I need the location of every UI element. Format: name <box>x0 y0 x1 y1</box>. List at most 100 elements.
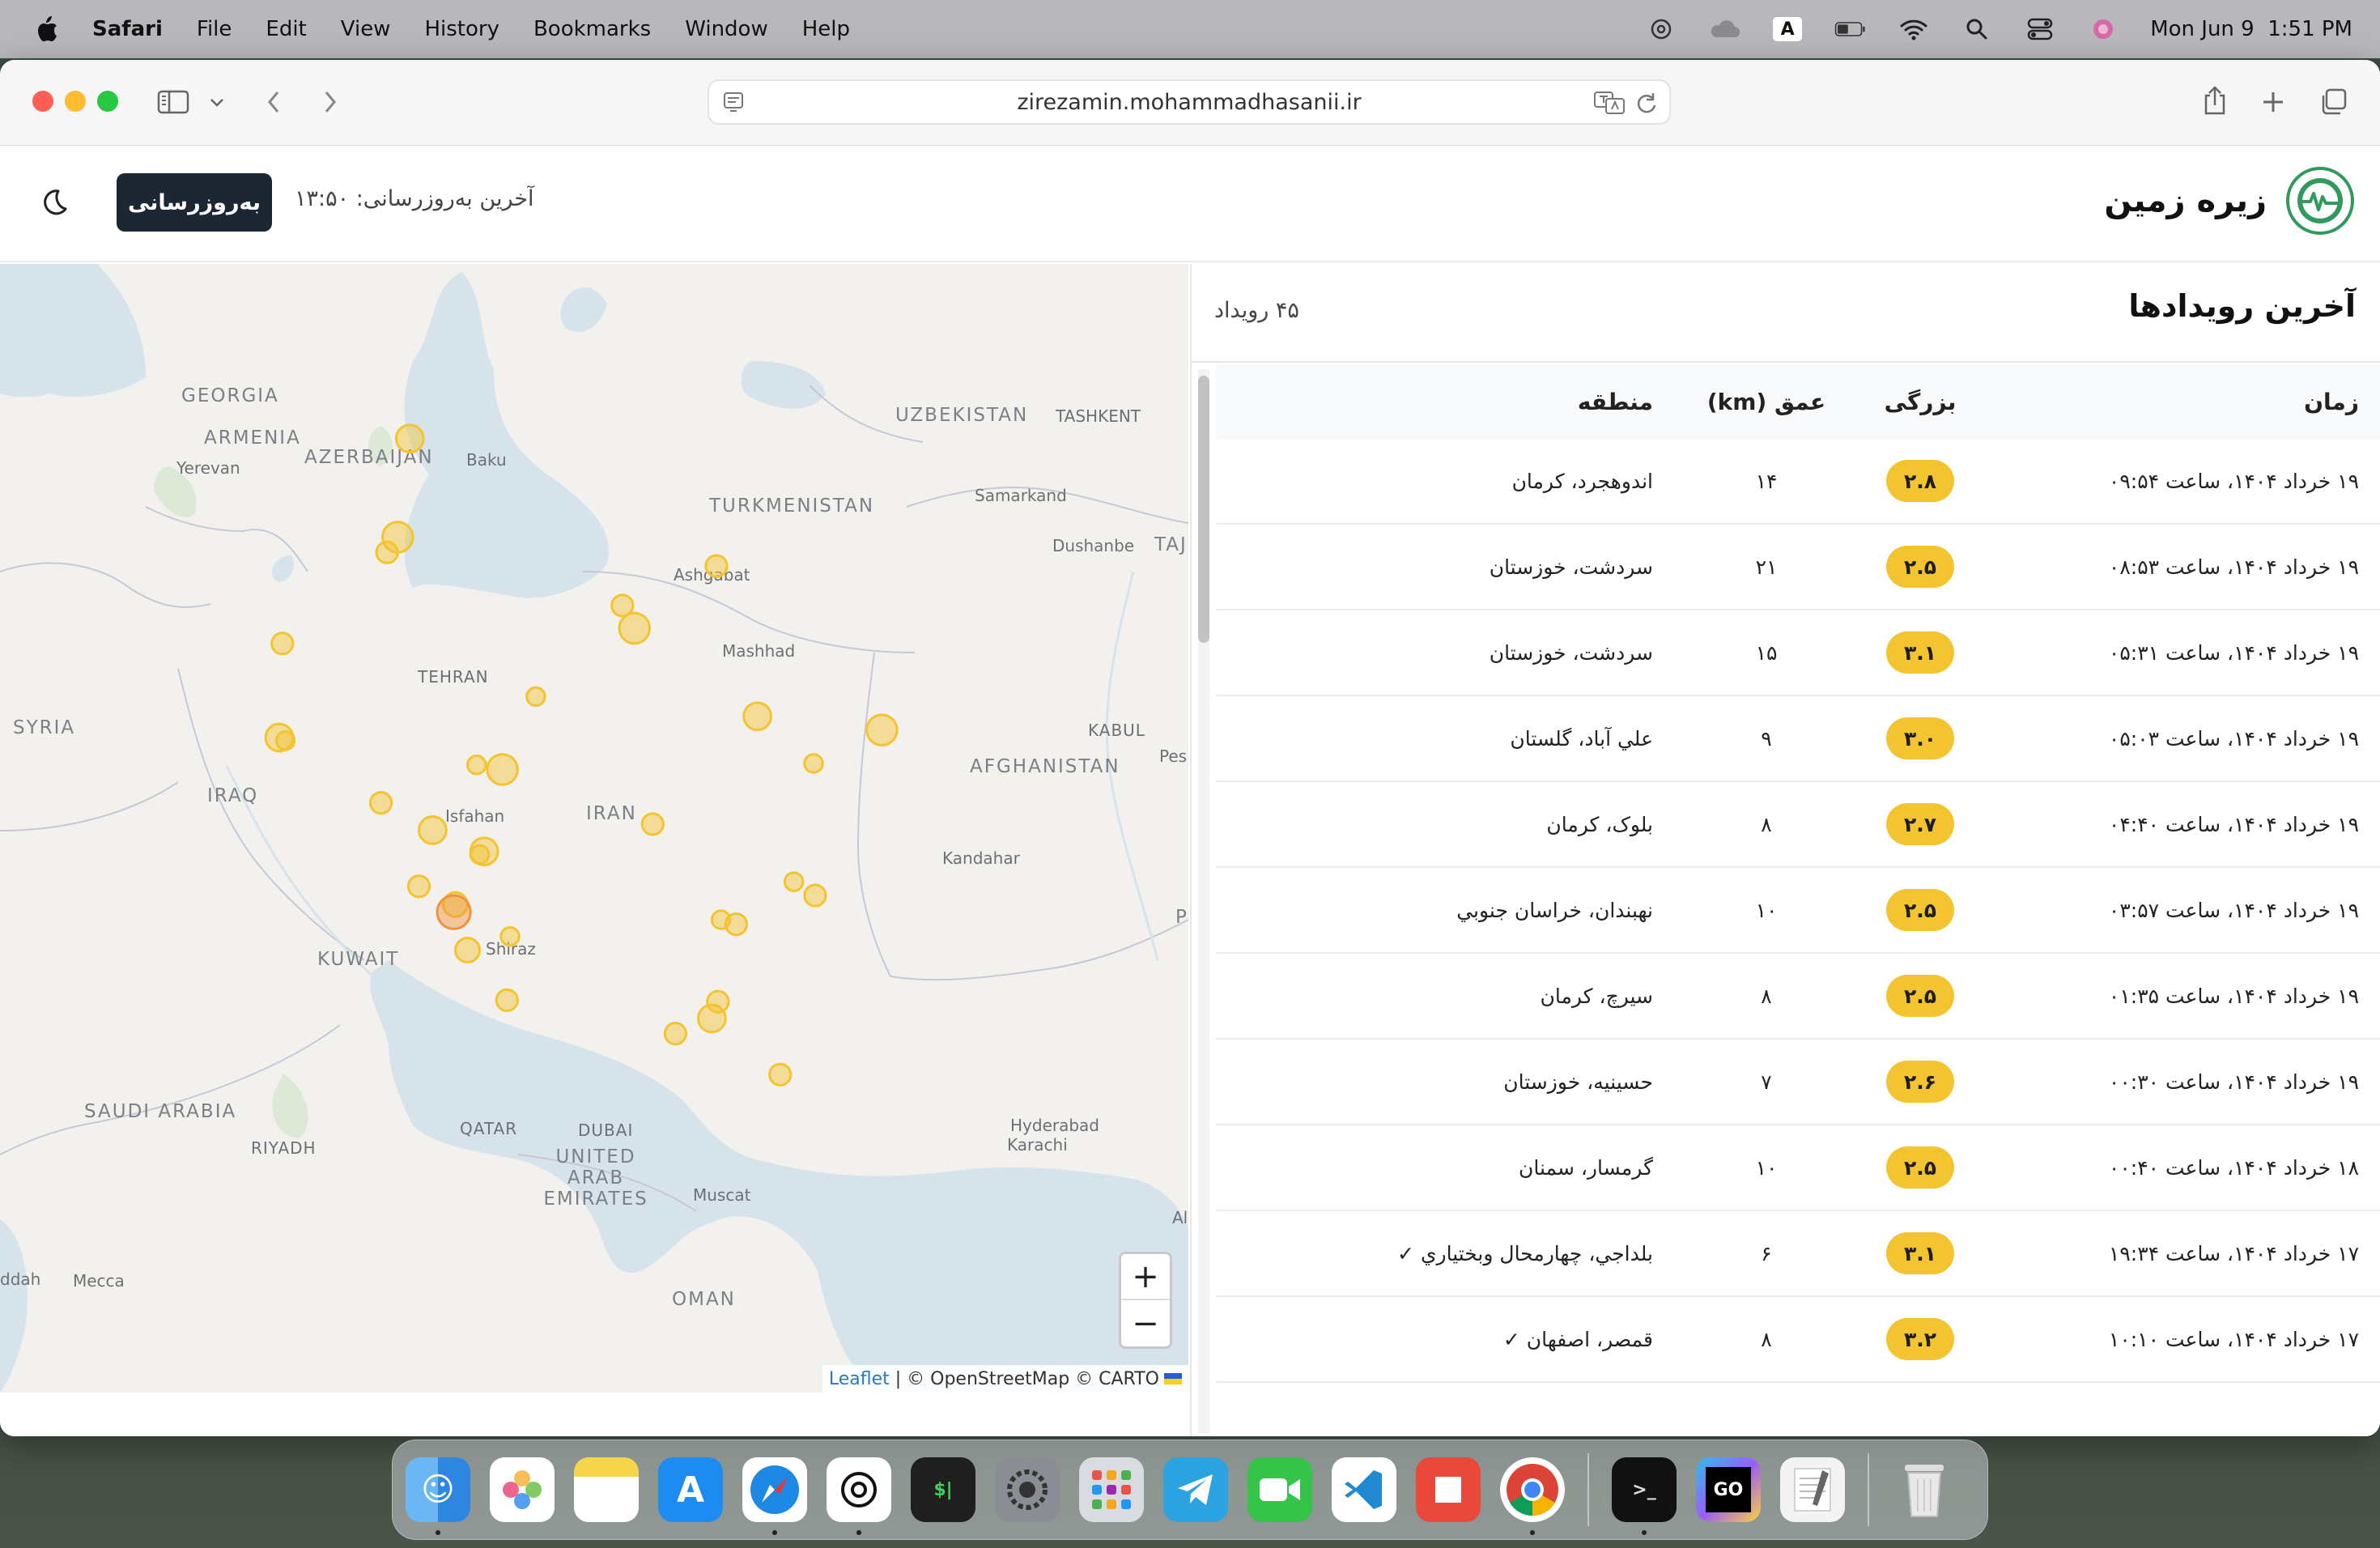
earthquake-marker[interactable] <box>375 540 399 564</box>
earthquake-marker[interactable] <box>783 871 805 892</box>
earthquake-marker[interactable] <box>406 874 431 899</box>
control-center-icon[interactable] <box>2024 16 2056 42</box>
earthquake-marker[interactable] <box>369 791 393 815</box>
earthquake-marker[interactable] <box>697 1003 727 1034</box>
table-row[interactable]: ۱۹ خرداد ۱۴۰۴، ساعت ۰۵:۳۱ ۳.۱ ۱۵ سردشت، خوز… <box>1216 610 2380 696</box>
table-row[interactable]: ۱۸ خرداد ۱۴۰۴، ساعت ۰۰:۴۰ ۲.۵ ۱۰ گرمسار، سم… <box>1216 1125 2380 1211</box>
facetime-icon[interactable] <box>1247 1457 1312 1522</box>
launchpad-icon[interactable] <box>1079 1457 1144 1522</box>
brand[interactable]: زیره زمین <box>2104 165 2354 236</box>
earthquake-marker[interactable] <box>499 925 521 947</box>
zoom-window-button[interactable] <box>97 91 118 112</box>
notes-icon[interactable] <box>574 1457 639 1522</box>
earthquake-marker[interactable] <box>469 844 491 865</box>
textedit-icon[interactable] <box>1780 1457 1845 1522</box>
menu-window[interactable]: Window <box>685 17 768 41</box>
app-store-icon[interactable]: A <box>658 1457 723 1522</box>
menu-help[interactable]: Help <box>802 17 850 41</box>
menu-edit[interactable]: Edit <box>266 17 306 41</box>
page-menu-icon[interactable] <box>722 91 745 119</box>
table-row[interactable]: ۱۷ خرداد ۱۴۰۴، ساعت ۱۹:۳۴ ۳.۱ ۶ بلداجي، چها… <box>1216 1211 2380 1297</box>
earthquake-marker[interactable] <box>525 686 546 708</box>
scrollbar-thumb[interactable] <box>1198 376 1209 643</box>
finder-icon[interactable]: ☺ <box>406 1457 470 1535</box>
address-bar[interactable]: zirezamin.mohammadhasanii.ir <box>708 79 1671 125</box>
column-depth[interactable]: عمق (km) <box>1685 389 1847 415</box>
leaflet-link[interactable]: Leaflet <box>829 1369 890 1389</box>
table-row[interactable]: ۱۹ خرداد ۱۴۰۴، ساعت ۰۰:۳۰ ۲.۶ ۷ حسينيه، خوز… <box>1216 1040 2380 1125</box>
tab-overview-icon[interactable] <box>2317 86 2349 118</box>
input-source-icon[interactable]: A <box>1771 16 1804 42</box>
earthquake-marker[interactable] <box>436 894 472 930</box>
siri-icon[interactable] <box>2087 16 2119 42</box>
earthquake-marker[interactable] <box>803 753 824 774</box>
menu-app-safari[interactable]: Safari <box>92 17 163 41</box>
earthquake-marker[interactable] <box>768 1062 793 1087</box>
refresh-button[interactable]: به‌روزرسانی <box>117 173 272 232</box>
earthquake-marker[interactable] <box>466 755 487 776</box>
terminal-icon[interactable]: $| <box>911 1457 975 1522</box>
zoom-out-button[interactable]: − <box>1121 1300 1170 1346</box>
column-time[interactable]: زمان <box>1993 389 2380 415</box>
earthquake-marker[interactable] <box>618 611 651 645</box>
earthquake-marker[interactable] <box>704 554 729 578</box>
earthquake-marker[interactable] <box>495 988 519 1012</box>
earthquake-marker[interactable] <box>724 912 748 937</box>
table-row[interactable]: ۱۹ خرداد ۱۴۰۴، ساعت ۰۱:۳۵ ۲.۵ ۸ سيرچ، کرمان <box>1216 954 2380 1040</box>
telegram-icon[interactable] <box>1163 1457 1228 1522</box>
cloud-icon[interactable] <box>1708 16 1740 42</box>
translate-icon[interactable] <box>1593 91 1626 121</box>
table-row[interactable]: ۱۹ خرداد ۱۴۰۴، ساعت ۰۴:۴۰ ۲.۷ ۸ بلوک، کرمان <box>1216 782 2380 868</box>
chrome-icon[interactable] <box>1500 1457 1565 1535</box>
close-window-button[interactable] <box>32 91 53 112</box>
earthquake-map[interactable]: GEORGIA ARMENIA Yerevan AZERBAIJAN Baku … <box>0 264 1188 1393</box>
tab-group-chevron-icon[interactable] <box>207 92 227 112</box>
minimize-window-button[interactable] <box>65 91 86 112</box>
system-settings-icon[interactable] <box>995 1457 1060 1522</box>
back-icon[interactable] <box>261 86 287 118</box>
earthquake-marker[interactable] <box>640 812 665 836</box>
menu-view[interactable]: View <box>341 17 391 41</box>
earthquake-marker[interactable] <box>418 815 448 845</box>
table-row[interactable]: ۱۹ خرداد ۱۴۰۴، ساعت ۰۵:۰۳ ۳.۰ ۹ علي آباد، گ… <box>1216 696 2380 782</box>
vscode-icon[interactable] <box>1332 1457 1396 1522</box>
new-tab-icon[interactable] <box>2257 86 2289 118</box>
trash-icon[interactable] <box>1892 1457 1957 1522</box>
earthquake-marker[interactable] <box>394 423 425 453</box>
sidebar-toggle-icon[interactable] <box>155 87 191 117</box>
presentation-icon[interactable] <box>1416 1457 1481 1522</box>
menu-bookmarks[interactable]: Bookmarks <box>533 17 651 41</box>
menu-file[interactable]: File <box>197 17 232 41</box>
wifi-icon[interactable] <box>1898 16 1930 42</box>
photos-icon[interactable] <box>490 1457 555 1522</box>
earthquake-marker[interactable] <box>803 883 827 908</box>
earthquake-marker[interactable] <box>274 730 296 751</box>
safari-icon[interactable] <box>742 1457 807 1535</box>
reload-icon[interactable] <box>1635 91 1658 121</box>
url-text[interactable]: zirezamin.mohammadhasanii.ir <box>1017 90 1361 115</box>
earthquake-marker[interactable] <box>865 713 899 746</box>
earthquake-marker[interactable] <box>663 1022 687 1046</box>
apple-menu-icon[interactable] <box>32 13 62 45</box>
table-row[interactable]: ۱۷ خرداد ۱۴۰۴، ساعت ۱۰:۱۰ ۳.۲ ۸ قمصر، اصفها… <box>1216 1297 2380 1383</box>
chatgpt-status-icon[interactable] <box>1645 16 1677 42</box>
column-magnitude[interactable]: بزرگی <box>1847 389 1993 415</box>
earthquake-marker[interactable] <box>454 937 481 963</box>
zoom-in-button[interactable]: + <box>1121 1254 1170 1300</box>
events-scrollbar[interactable] <box>1198 369 1209 1433</box>
spotlight-search-icon[interactable] <box>1961 16 1993 42</box>
table-row[interactable]: ۱۹ خرداد ۱۴۰۴، ساعت ۰۹:۵۴ ۲.۸ ۱۴ اندوهجرد، … <box>1216 439 2380 525</box>
forward-icon[interactable] <box>317 86 343 118</box>
share-icon[interactable] <box>2199 83 2231 118</box>
earthquake-marker[interactable] <box>486 753 519 786</box>
menu-history[interactable]: History <box>424 17 499 41</box>
goland-icon[interactable]: GO <box>1696 1457 1761 1522</box>
dark-mode-toggle-icon[interactable] <box>37 186 70 219</box>
earthquake-marker[interactable] <box>742 701 772 732</box>
terminal-2-icon[interactable]: >_ <box>1612 1457 1677 1535</box>
battery-icon[interactable] <box>1834 16 1867 42</box>
earthquake-marker[interactable] <box>270 632 295 656</box>
column-region[interactable]: منطقه <box>1232 389 1685 415</box>
chatgpt-icon[interactable] <box>827 1457 891 1535</box>
menubar-clock[interactable]: Mon Jun 9 1:51 PM <box>2150 17 2352 41</box>
